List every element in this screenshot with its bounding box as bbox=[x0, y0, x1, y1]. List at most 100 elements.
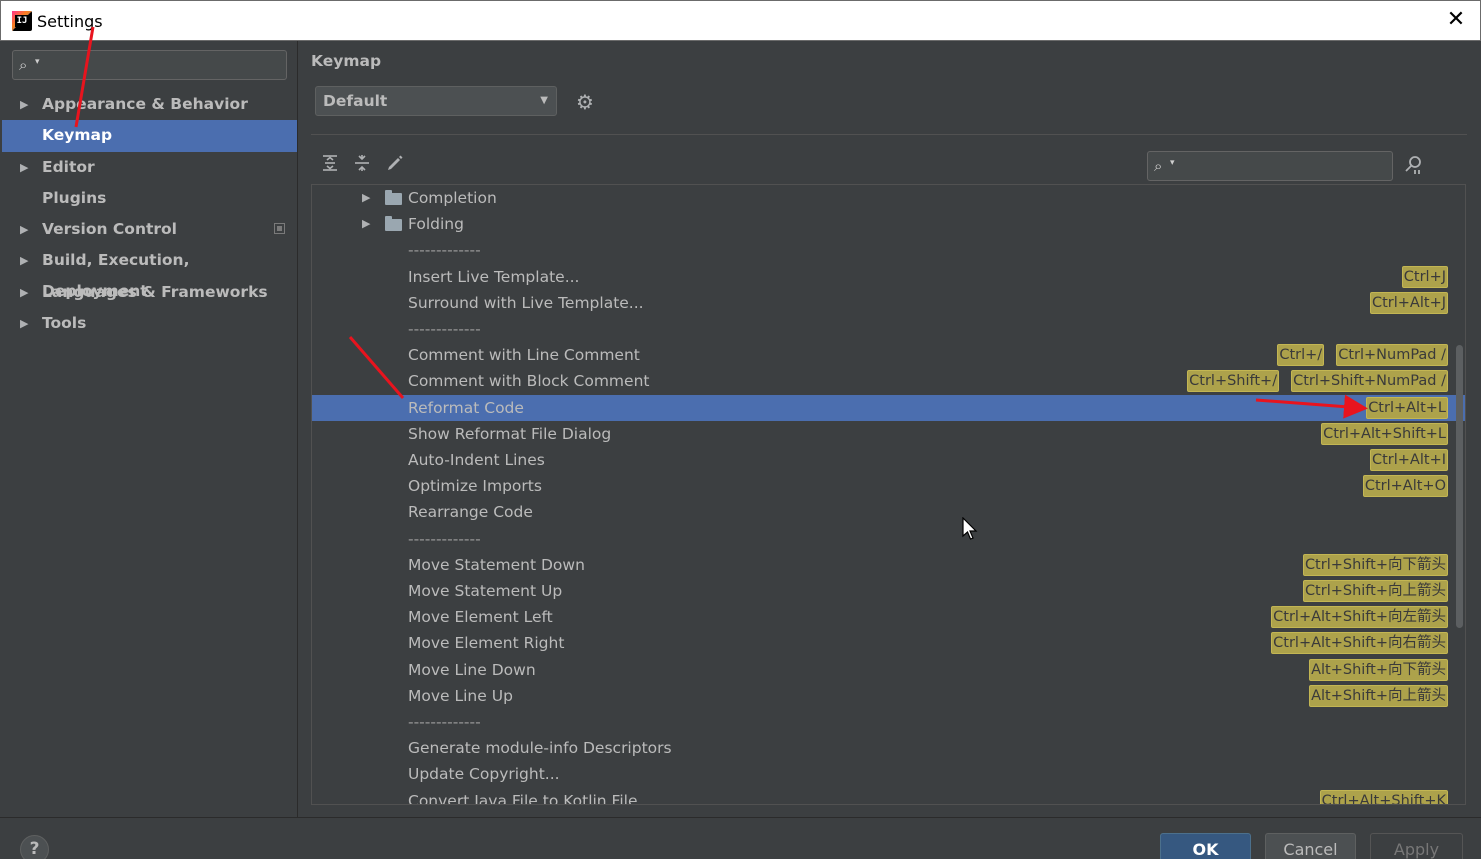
shortcut-list: Ctrl+Alt+Shift+K bbox=[1319, 789, 1448, 804]
shortcut-list: Ctrl+Shift+向下箭头 bbox=[1302, 553, 1448, 576]
action-label: Optimize Imports bbox=[408, 477, 542, 496]
edit-icon[interactable] bbox=[384, 154, 406, 176]
tree-separator: ------------- bbox=[312, 316, 1465, 342]
close-button[interactable]: ✕ bbox=[1446, 7, 1466, 32]
ok-button[interactable]: OK bbox=[1160, 833, 1251, 859]
search-options-caret-icon[interactable]: ▾ bbox=[1170, 158, 1175, 168]
action-label: Generate module-info Descriptors bbox=[408, 739, 672, 758]
action-label: Auto-Indent Lines bbox=[408, 451, 545, 469]
tree-folder-row[interactable]: ▶ Folding bbox=[312, 211, 1465, 237]
shortcut-list: Ctrl+Shift+/ Ctrl+Shift+NumPad / bbox=[1187, 370, 1448, 393]
shortcut-badge: Ctrl+NumPad / bbox=[1336, 344, 1448, 367]
action-label: Move Line Down bbox=[408, 660, 536, 679]
tree-action-row[interactable]: Move Element Right Ctrl+Alt+Shift+向右箭头 bbox=[312, 630, 1465, 656]
tree-scrollbar[interactable] bbox=[1456, 345, 1463, 628]
sidebar-item-version-control[interactable]: ▶ Version Control bbox=[2, 214, 297, 245]
action-label: Completion bbox=[408, 189, 497, 207]
folder-icon bbox=[385, 190, 402, 205]
expand-arrow-icon[interactable]: ▶ bbox=[20, 89, 28, 120]
sidebar-item-label: Keymap bbox=[42, 126, 113, 145]
cancel-button[interactable]: Cancel bbox=[1265, 833, 1356, 859]
keymap-scheme-select[interactable]: Default ▼ bbox=[315, 86, 557, 116]
gear-icon[interactable]: ⚙ bbox=[576, 90, 594, 114]
sidebar-item-languages-frameworks[interactable]: ▶ Languages & Frameworks bbox=[2, 277, 297, 308]
action-label: Folding bbox=[408, 215, 464, 234]
shortcut-badge: Ctrl+/ bbox=[1277, 344, 1325, 367]
tree-action-row[interactable]: Reformat Code Ctrl+Alt+L bbox=[312, 394, 1465, 421]
tree-action-row[interactable]: Update Copyright... bbox=[312, 761, 1465, 787]
dialog-footer: ? OK Cancel Apply bbox=[0, 817, 1481, 859]
shortcut-list: Alt+Shift+向下箭头 bbox=[1309, 658, 1448, 681]
tree-action-row[interactable]: Generate module-info Descriptors bbox=[312, 735, 1465, 761]
shortcut-badge: Ctrl+Alt+Shift+向左箭头 bbox=[1271, 606, 1448, 629]
expand-arrow-icon[interactable]: ▶ bbox=[362, 185, 370, 211]
shortcut-list: Ctrl+Alt+Shift+向左箭头 bbox=[1271, 606, 1448, 629]
close-icon[interactable]: ✕ bbox=[1447, 7, 1465, 32]
shortcut-list: Ctrl+Shift+向上箭头 bbox=[1302, 580, 1448, 602]
sidebar-item-label: Version Control bbox=[42, 220, 177, 239]
expand-all-icon[interactable] bbox=[319, 154, 341, 176]
shortcut-badge: Ctrl+J bbox=[1401, 265, 1448, 288]
find-shortcut-icon[interactable] bbox=[1403, 154, 1425, 181]
page-title: Keymap bbox=[311, 52, 382, 70]
expand-arrow-icon[interactable]: ▶ bbox=[362, 211, 370, 237]
intellij-app-icon: IJ bbox=[12, 11, 32, 31]
shortcut-badge: Ctrl+Alt+O bbox=[1362, 475, 1448, 498]
action-label: ------------- bbox=[408, 713, 481, 731]
tree-separator: ------------- bbox=[312, 237, 1465, 263]
sidebar-item-keymap[interactable]: Keymap bbox=[2, 120, 297, 152]
sidebar-item-plugins[interactable]: Plugins bbox=[2, 183, 297, 214]
search-options-caret-icon[interactable]: ▾ bbox=[35, 57, 40, 67]
sidebar-item-label: Plugins bbox=[42, 188, 107, 207]
tree-folder-row[interactable]: ▶ Completion bbox=[312, 185, 1465, 211]
action-label: Move Element Right bbox=[408, 634, 565, 653]
shortcut-badge: Alt+Shift+向下箭头 bbox=[1309, 658, 1448, 681]
tree-action-row[interactable]: Move Statement Up Ctrl+Shift+向上箭头 bbox=[312, 578, 1465, 604]
apply-button[interactable]: Apply bbox=[1370, 833, 1463, 859]
tree-action-row[interactable]: Move Line Up Alt+Shift+向上箭头 bbox=[312, 683, 1465, 709]
sidebar-item-editor[interactable]: ▶ Editor bbox=[2, 152, 297, 183]
shortcut-badge: Alt+Shift+向上箭头 bbox=[1309, 684, 1448, 707]
shortcut-badge: Ctrl+Alt+Shift+L bbox=[1321, 422, 1448, 445]
tree-action-row[interactable]: Move Statement Down Ctrl+Shift+向下箭头 bbox=[312, 552, 1465, 578]
tree-action-row[interactable]: Convert Java File to Kotlin File Ctrl+Alt… bbox=[312, 788, 1465, 804]
shortcut-badge: Ctrl+Alt+Shift+K bbox=[1319, 789, 1448, 804]
sidebar-item-appearance-behavior[interactable]: ▶ Appearance & Behavior bbox=[2, 89, 297, 120]
action-label: Reformat Code bbox=[408, 398, 524, 417]
tree-action-row[interactable]: Optimize Imports Ctrl+Alt+O bbox=[312, 473, 1465, 499]
expand-arrow-icon[interactable]: ▶ bbox=[20, 214, 28, 245]
sidebar-item-build-execution-deployment[interactable]: ▶ Build, Execution, Deployment bbox=[2, 245, 297, 300]
expand-arrow-icon[interactable]: ▶ bbox=[20, 245, 28, 276]
search-icon: ⌕ bbox=[1154, 157, 1163, 175]
divider bbox=[311, 134, 1467, 135]
tree-action-row[interactable]: Surround with Live Template... Ctrl+Alt+J bbox=[312, 290, 1465, 316]
tree-action-row[interactable]: Rearrange Code bbox=[312, 499, 1465, 525]
shortcut-badge: Ctrl+Alt+J bbox=[1369, 291, 1448, 314]
tree-action-row[interactable]: Comment with Line Comment Ctrl+/ Ctrl+NumP… bbox=[312, 342, 1465, 368]
tree-action-row[interactable]: Move Element Left Ctrl+Alt+Shift+向左箭头 bbox=[312, 604, 1465, 630]
action-label: Insert Live Template... bbox=[408, 267, 580, 286]
sidebar-search-input[interactable]: ⌕ ▾ bbox=[12, 50, 287, 80]
help-icon[interactable]: ? bbox=[30, 839, 40, 859]
help-button[interactable]: ? bbox=[20, 835, 49, 859]
action-label: Show Reformat File Dialog bbox=[408, 424, 612, 443]
action-label: Rearrange Code bbox=[408, 503, 533, 522]
folder-icon bbox=[385, 216, 402, 232]
keymap-search-input[interactable]: ⌕ ▾ bbox=[1147, 151, 1393, 181]
sidebar-item-tools[interactable]: ▶ Tools bbox=[2, 308, 297, 339]
action-label: ------------- bbox=[408, 529, 481, 548]
tree-action-row[interactable]: Insert Live Template... Ctrl+J bbox=[312, 264, 1465, 290]
action-label: ------------- bbox=[408, 320, 481, 338]
expand-arrow-icon[interactable]: ▶ bbox=[20, 152, 28, 183]
keymap-actions-tree[interactable]: Convert Java File to Kotlin File Ctrl+Alt… bbox=[311, 184, 1466, 805]
shortcut-badge: Ctrl+Shift+/ bbox=[1187, 370, 1280, 393]
tree-action-row[interactable]: Move Line Down Alt+Shift+向下箭头 bbox=[312, 657, 1465, 683]
shortcut-badge: Ctrl+Alt+Shift+向右箭头 bbox=[1271, 632, 1448, 655]
search-icon: ⌕ bbox=[19, 56, 28, 74]
expand-arrow-icon[interactable]: ▶ bbox=[20, 308, 28, 339]
tree-action-row[interactable]: Comment with Block Comment Ctrl+Shift+/Ct… bbox=[312, 368, 1465, 394]
expand-arrow-icon[interactable]: ▶ bbox=[20, 277, 28, 308]
tree-action-row[interactable]: Show Reformat File Dialog Ctrl+Alt+Shift+… bbox=[312, 421, 1465, 447]
tree-action-row[interactable]: Auto-Indent Lines Ctrl+Alt+I bbox=[312, 447, 1465, 473]
collapse-all-icon[interactable] bbox=[351, 154, 373, 176]
